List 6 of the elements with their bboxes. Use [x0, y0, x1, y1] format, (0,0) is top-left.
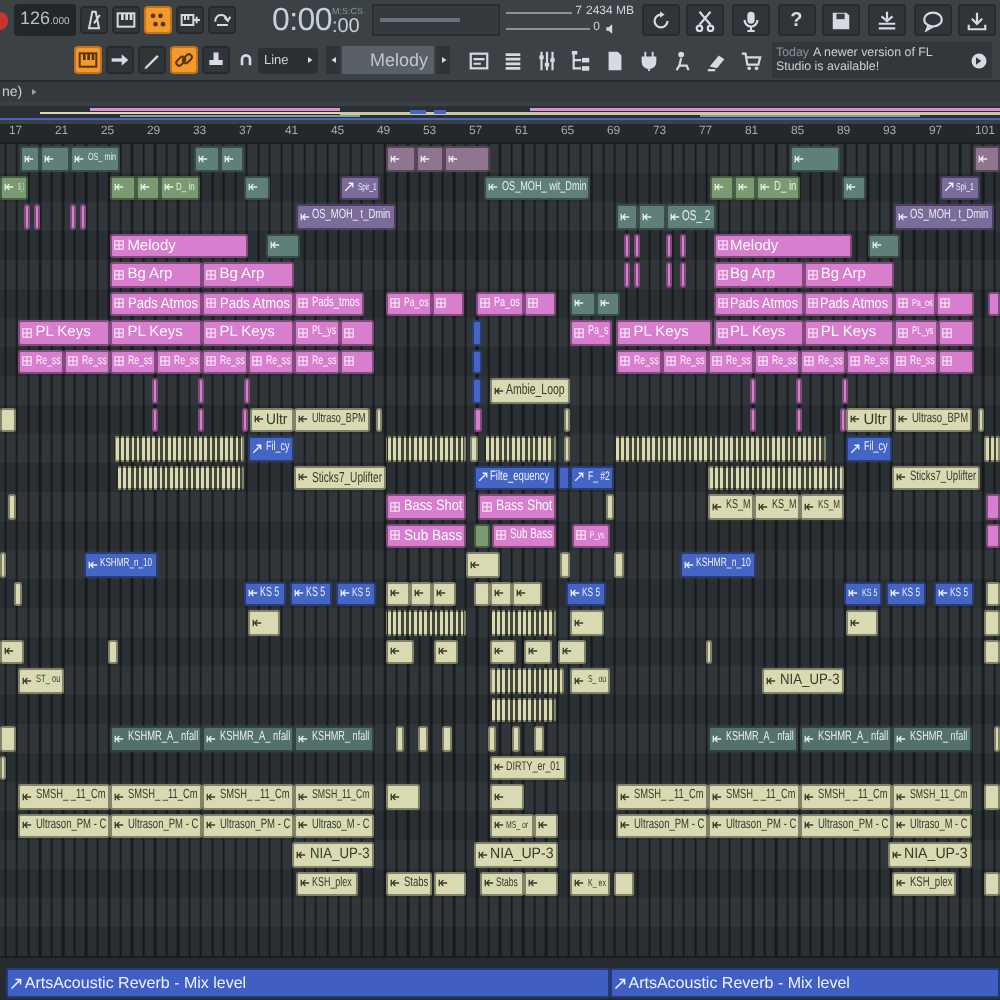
pattern-selector[interactable]: Melody [342, 46, 434, 74]
time-centiseconds: :00 [331, 16, 360, 38]
automation-clip[interactable]: ArtsAcoustic Reverb - Mix level [5, 968, 610, 998]
time-display: 0:00 [272, 6, 332, 38]
help-button[interactable]: ? [777, 4, 816, 36]
automation-clip[interactable]: ArtsAcoustic Reverb - Mix level [609, 968, 1000, 998]
